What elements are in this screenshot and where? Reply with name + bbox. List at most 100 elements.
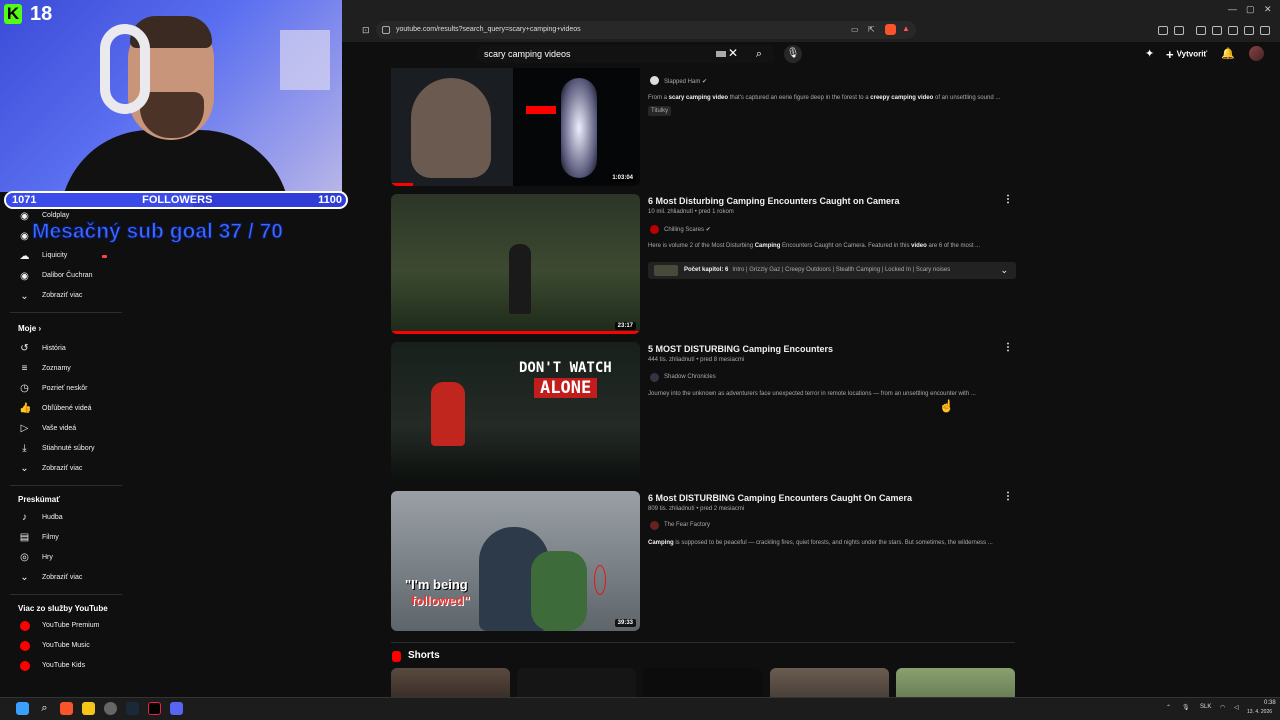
address-bar[interactable]: youtube.com/results?search_query=scary+c… [376, 21, 916, 39]
chapters-row[interactable]: Počet kapitol: 6 Intro | Grizzly Gaz | Cr… [648, 262, 1016, 279]
sidebar-show-more[interactable]: Zobraziť viac [42, 292, 82, 299]
sidebar-item-music[interactable]: Hudba [42, 514, 63, 521]
live-dot-icon [102, 255, 107, 258]
search-button[interactable]: ⌕ [745, 45, 773, 63]
account-avatar[interactable] [1249, 46, 1264, 61]
sidebar-item-premium[interactable]: YouTube Premium [42, 622, 99, 629]
sidebar-item-watch-later[interactable]: Pozrieť neskôr [42, 385, 87, 392]
tiktok-icon[interactable] [148, 702, 161, 715]
wifi-icon[interactable]: ◠ [1220, 704, 1225, 711]
arrow-icon [526, 106, 556, 114]
desc-text: Here is volume 2 of the Most Disturbing [648, 243, 755, 249]
sidebar-item-liquicity[interactable]: Liquicity [42, 252, 67, 259]
short-thumbnail[interactable] [517, 668, 636, 698]
chevron-down-icon: ⌄ [20, 291, 29, 302]
video-description: Camping is supposed to be peaceful — cra… [648, 540, 993, 546]
notifications-icon[interactable]: 🔔 [1221, 47, 1235, 60]
voice-search-icon[interactable]: 🎙 [784, 45, 802, 63]
sidebar-item-your-videos[interactable]: Vaše videá [42, 425, 76, 432]
extension-icon[interactable] [1174, 26, 1184, 35]
menu-icon[interactable] [1260, 26, 1270, 35]
clock-time[interactable]: 0:38 [1264, 700, 1276, 706]
sidebar-item-liked[interactable]: Obľúbené videá [42, 405, 92, 412]
downloads-icon[interactable] [1244, 26, 1254, 35]
extension-icon[interactable] [1158, 26, 1168, 35]
steam-icon[interactable] [126, 702, 139, 715]
volume-icon[interactable]: ◁ [1234, 704, 1239, 711]
chapters-count: Počet kapitol: 6 [684, 267, 729, 273]
brave-browser-icon[interactable] [60, 702, 73, 715]
webcam-overlay [0, 0, 342, 192]
reading-list-icon[interactable] [1212, 26, 1222, 35]
sidebar-item-coldplay[interactable]: Coldplay [42, 212, 69, 219]
close-window-icon[interactable]: ✕ [1264, 4, 1272, 15]
followers-goal: 1100 [318, 194, 342, 206]
channel-name[interactable]: Slapped Ham ✔ [664, 78, 707, 85]
install-icon[interactable]: ▭ [851, 25, 859, 34]
share-icon[interactable]: ⇱ [868, 25, 875, 34]
more-actions-icon[interactable]: ⋮ [1003, 342, 1013, 353]
short-thumbnail[interactable] [770, 668, 889, 698]
sidebar-item-dalibor[interactable]: Dalibor Čuchran [42, 272, 93, 279]
short-thumbnail[interactable] [643, 668, 762, 698]
sidebar-item-downloads[interactable]: Stiahnuté súbory [42, 445, 95, 452]
chevron-up-icon[interactable]: ⌃ [1166, 704, 1171, 711]
desc-highlight: Camping [648, 540, 674, 546]
plus-icon: + [1166, 47, 1174, 62]
video-thumbnail[interactable]: "I'm being followed" 39:33 [391, 491, 640, 631]
sidebar-show-more[interactable]: Zobraziť viac [42, 465, 82, 472]
channel-avatar[interactable] [650, 225, 659, 234]
minimize-icon[interactable]: — [1228, 4, 1237, 14]
windows-start-icon[interactable] [16, 702, 29, 715]
channel-avatar[interactable] [650, 76, 659, 85]
short-thumbnail[interactable] [896, 668, 1015, 698]
more-actions-icon[interactable]: ⋮ [1003, 491, 1013, 502]
video-title[interactable]: 6 Most Disturbing Camping Encounters Cau… [648, 196, 900, 206]
short-thumbnail[interactable] [391, 668, 510, 698]
video-thumbnail[interactable]: 1:03:04 [391, 68, 640, 186]
site-info-icon[interactable] [382, 26, 390, 34]
maximize-icon[interactable]: ▢ [1246, 4, 1255, 15]
video-thumbnail[interactable]: DON'T WATCH ALONE [391, 342, 640, 482]
channel-name[interactable]: Shadow Chronicles [664, 374, 716, 380]
sidebar-show-more[interactable]: Zobraziť viac [42, 574, 82, 581]
rewards-icon[interactable]: ▲ [902, 24, 910, 33]
channel-name[interactable]: Chilling Scares ✔ [664, 226, 711, 233]
sidebar-item-history[interactable]: História [42, 345, 66, 352]
more-actions-icon[interactable]: ⋮ [1003, 194, 1013, 205]
sidebar-item-kids[interactable]: YouTube Kids [42, 662, 85, 669]
wallet-icon[interactable] [1228, 26, 1238, 35]
sidebar-item-playlists[interactable]: Zoznamy [42, 365, 71, 372]
movies-icon: ▤ [19, 532, 30, 543]
channel-name[interactable]: The Fear Factory [664, 522, 710, 528]
bookmark-icon[interactable]: ⊡ [362, 25, 370, 36]
divider [10, 312, 122, 313]
file-explorer-icon[interactable] [82, 702, 95, 715]
settings-icon[interactable] [104, 702, 117, 715]
chevron-down-icon[interactable]: ⌄ [1000, 265, 1008, 276]
hand-cursor-icon: ☝ [939, 399, 954, 413]
sidebar-item-music-app[interactable]: YouTube Music [42, 642, 90, 649]
discord-icon[interactable] [170, 702, 183, 715]
clock-date[interactable]: 13. 4. 2026 [1247, 709, 1272, 715]
channel-avatar[interactable] [650, 373, 659, 382]
brave-shield-icon[interactable] [885, 24, 896, 35]
cast-icon[interactable]: ✦ [1145, 47, 1154, 60]
clear-search-icon[interactable]: ✕ [728, 46, 738, 60]
chevron-down-icon: ⌄ [20, 463, 29, 474]
sidebar-item-movies[interactable]: Filmy [42, 534, 59, 541]
channel-avatar[interactable] [650, 521, 659, 530]
sidebar-item-gaming[interactable]: Hry [42, 554, 53, 561]
keyboard-icon[interactable] [716, 51, 726, 57]
video-description: Here is volume 2 of the Most Disturbing … [648, 243, 980, 249]
music-queue-icon[interactable] [1196, 26, 1206, 35]
watch-later-icon: ◷ [20, 383, 29, 394]
create-button[interactable]: + Vytvoriť [1166, 47, 1207, 62]
video-thumbnail[interactable]: 23:17 [391, 194, 640, 334]
video-title[interactable]: 5 MOST DISTURBING Camping Encounters [648, 344, 833, 354]
sidebar-heading-you[interactable]: Moje › [18, 324, 41, 333]
search-icon[interactable]: ⌕ [38, 702, 51, 715]
language-indicator[interactable]: SLK [1200, 704, 1211, 710]
video-title[interactable]: 6 Most DISTURBING Camping Encounters Cau… [648, 493, 912, 503]
microphone-icon[interactable]: 🎙 [1182, 704, 1190, 711]
